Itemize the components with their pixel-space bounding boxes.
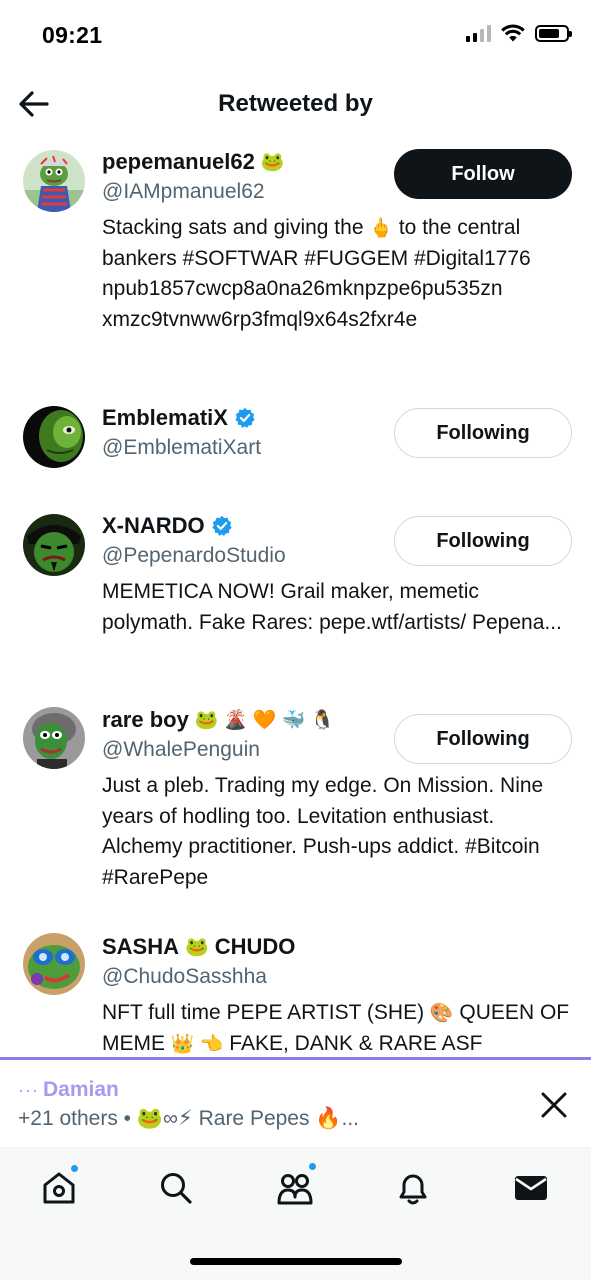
verified-badge-icon: [235, 407, 255, 428]
search-icon: [161, 1173, 192, 1204]
avatar[interactable]: [23, 406, 85, 468]
notification-dot: [308, 1162, 317, 1171]
cellular-signal-icon: [466, 24, 491, 42]
display-name: SASHA: [102, 934, 180, 959]
user-row[interactable]: X-NARDO @PepenardoStudio MEMETICA NOW! G…: [0, 508, 591, 704]
palette-emoji: 🎨: [429, 1003, 454, 1024]
user-bio: MEMETICA NOW! Grail maker, memetic polym…: [102, 580, 562, 634]
activity-others: +21 others: [18, 1107, 118, 1130]
avatar[interactable]: [23, 933, 85, 995]
following-button[interactable]: Following: [394, 408, 572, 458]
user-name: SASHA 🐸 CHUDO: [102, 932, 571, 962]
close-button[interactable]: [539, 1090, 569, 1120]
home-icon: [43, 1172, 75, 1204]
user-handle: @ChudoSasshha: [102, 965, 267, 988]
status-bar: 09:21: [0, 0, 591, 70]
display-name: EmblematiX: [102, 405, 228, 430]
activity-dots: ···: [18, 1080, 39, 1100]
battery-icon: [535, 24, 572, 42]
page-title: Retweeted by: [218, 90, 373, 117]
status-time: 09:21: [42, 22, 103, 48]
following-button[interactable]: Following: [394, 516, 572, 566]
user-list: pepemanuel62 🐸 @IAMpmanuel62 Stacking sa…: [0, 140, 591, 1058]
activity-ellipsis: ...: [341, 1107, 360, 1130]
activity-community: Rare Pepes: [198, 1107, 310, 1130]
name-emojis: 🐸: [260, 151, 285, 173]
name-emojis: 🐸 🌋 🧡 🐳 🐧: [194, 709, 335, 731]
activity-subtitle: +21 others • 🐸∞⚡ Rare Pepes 🔥...: [18, 1106, 359, 1131]
tab-notifications[interactable]: [393, 1168, 433, 1208]
user-bio: NFT full time PEPE ARTIST (SHE) 🎨 QUEEN …: [102, 1001, 570, 1055]
middle-finger-emoji: 🖕: [369, 218, 394, 239]
avatar[interactable]: [23, 707, 85, 769]
messages-icon: [515, 1176, 547, 1200]
fire-emoji: 🔥: [315, 1107, 342, 1130]
display-name: X-NARDO: [102, 513, 205, 538]
follow-button[interactable]: Follow: [394, 149, 572, 199]
wifi-icon: [501, 24, 525, 42]
user-row[interactable]: pepemanuel62 🐸 @IAMpmanuel62 Stacking sa…: [0, 140, 591, 400]
notification-dot: [70, 1164, 79, 1173]
name-emojis: 🐸: [185, 936, 209, 958]
activity-badge-emojis: 🐸∞⚡: [136, 1107, 193, 1130]
avatar[interactable]: [23, 514, 85, 576]
notifications-icon: [399, 1174, 427, 1205]
activity-bar[interactable]: ··· Damian +21 others • 🐸∞⚡ Rare Pepes 🔥.…: [0, 1060, 591, 1148]
home-indicator: [190, 1258, 402, 1265]
avatar[interactable]: [23, 150, 85, 212]
user-row[interactable]: EmblematiX @EmblematiXart Following: [0, 400, 591, 508]
display-name: rare boy: [102, 707, 189, 732]
activity-title: ··· Damian: [18, 1078, 119, 1102]
display-name: CHUDO: [214, 934, 296, 959]
user-row[interactable]: rare boy 🐸 🌋 🧡 🐳 🐧 @WhalePenguin Just a …: [0, 704, 591, 930]
activity-separator: •: [123, 1107, 132, 1130]
verified-badge-icon: [212, 515, 232, 536]
user-bio: Stacking sats and giving the 🖕 to the ce…: [102, 216, 531, 331]
tab-communities[interactable]: [275, 1162, 317, 1208]
tab-search[interactable]: [156, 1168, 196, 1208]
status-icons: [466, 24, 572, 42]
display-name: pepemanuel62: [102, 149, 255, 174]
following-button[interactable]: Following: [394, 714, 572, 764]
header: Retweeted by: [0, 70, 591, 140]
tab-messages[interactable]: [511, 1168, 551, 1208]
activity-user-name: Damian: [42, 1078, 119, 1101]
user-bio: Just a pleb. Trading my edge. On Mission…: [102, 774, 544, 889]
user-row[interactable]: SASHA 🐸 CHUDO @ChudoSasshha NFT full tim…: [0, 930, 591, 1058]
tab-home[interactable]: [39, 1164, 79, 1208]
close-icon: [541, 1092, 567, 1118]
crown-point-emoji: 👑 👈: [170, 1033, 224, 1055]
communities-icon: [277, 1174, 313, 1205]
